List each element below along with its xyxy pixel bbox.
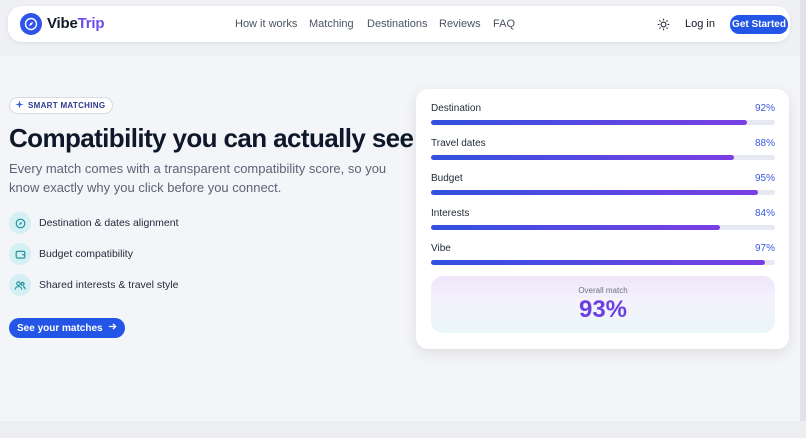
overall-match-value: 93% [578,296,628,323]
badge-label: SMART MATCHING [28,101,106,110]
metric-label: Vibe [431,243,451,254]
scrollbar-track[interactable] [800,0,806,438]
feature-label: Shared interests & travel style [39,279,179,291]
metric-value: 97% [754,243,775,254]
page-title: Compatibility you can actually see [9,123,414,153]
progress-fill [431,260,765,265]
progress-fill [431,155,734,160]
feature-label: Destination & dates alignment [39,217,179,229]
metric-budget: Budget 95% [431,173,775,197]
nav-link-reviews[interactable]: Reviews [439,18,481,30]
wallet-icon [9,243,31,265]
see-your-matches-button[interactable]: See your matches [9,318,125,338]
hero-subtext: Every match comes with a transparent com… [9,161,387,195]
brand-name-part2: Trip [77,15,105,32]
progress-track [431,155,775,160]
feature-label: Budget compatibility [39,248,133,260]
progress-track [431,260,775,265]
sun-icon[interactable] [655,16,671,32]
metric-label: Budget [431,173,463,184]
next-section-edge [0,421,806,438]
overall-match-panel: Overall match 93% [431,276,775,333]
progress-track [431,120,775,125]
feature-item-interests: Shared interests & travel style [9,274,178,296]
metric-vibe: Vibe 97% [431,243,775,267]
nav-link-faq[interactable]: FAQ [493,18,515,30]
compass-icon [9,212,31,234]
nav-link-matching[interactable]: Matching [309,18,354,30]
compass-logo-icon[interactable] [20,13,42,35]
metric-travel-dates: Travel dates 88% [431,138,775,162]
metric-label: Interests [431,208,470,219]
login-link[interactable]: Log in [685,18,715,30]
feature-item-budget: Budget compatibility [9,243,133,265]
navbar: VibeTrip How it works Matching Destinati… [8,6,790,42]
nav-link-destinations[interactable]: Destinations [367,18,428,30]
metric-label: Destination [431,103,482,114]
metric-value: 95% [754,173,775,184]
get-started-button[interactable]: Get Started [730,15,788,34]
feature-item-destination: Destination & dates alignment [9,212,179,234]
nav-link-how-it-works[interactable]: How it works [235,18,297,30]
metric-value: 88% [754,138,775,149]
metric-label: Travel dates [431,138,486,149]
users-icon [9,274,31,296]
arrow-right-icon [108,322,117,334]
brand-name-part1: Vibe [47,15,78,32]
progress-fill [431,190,758,195]
sparkle-icon [15,100,24,111]
progress-fill [431,120,748,125]
metric-interests: Interests 84% [431,208,775,232]
brand-name[interactable]: VibeTrip [47,15,105,32]
compatibility-card: Destination 92% Travel dates 88% Budget … [416,89,789,349]
overall-match-label: Overall match [578,286,628,295]
progress-track [431,225,775,230]
metric-destination: Destination 92% [431,103,775,127]
metric-value: 84% [754,208,775,219]
metric-value: 92% [754,103,775,114]
progress-fill [431,225,720,230]
progress-track [431,190,775,195]
smart-matching-badge: SMART MATCHING [9,97,114,114]
see-your-matches-label: See your matches [17,322,103,334]
